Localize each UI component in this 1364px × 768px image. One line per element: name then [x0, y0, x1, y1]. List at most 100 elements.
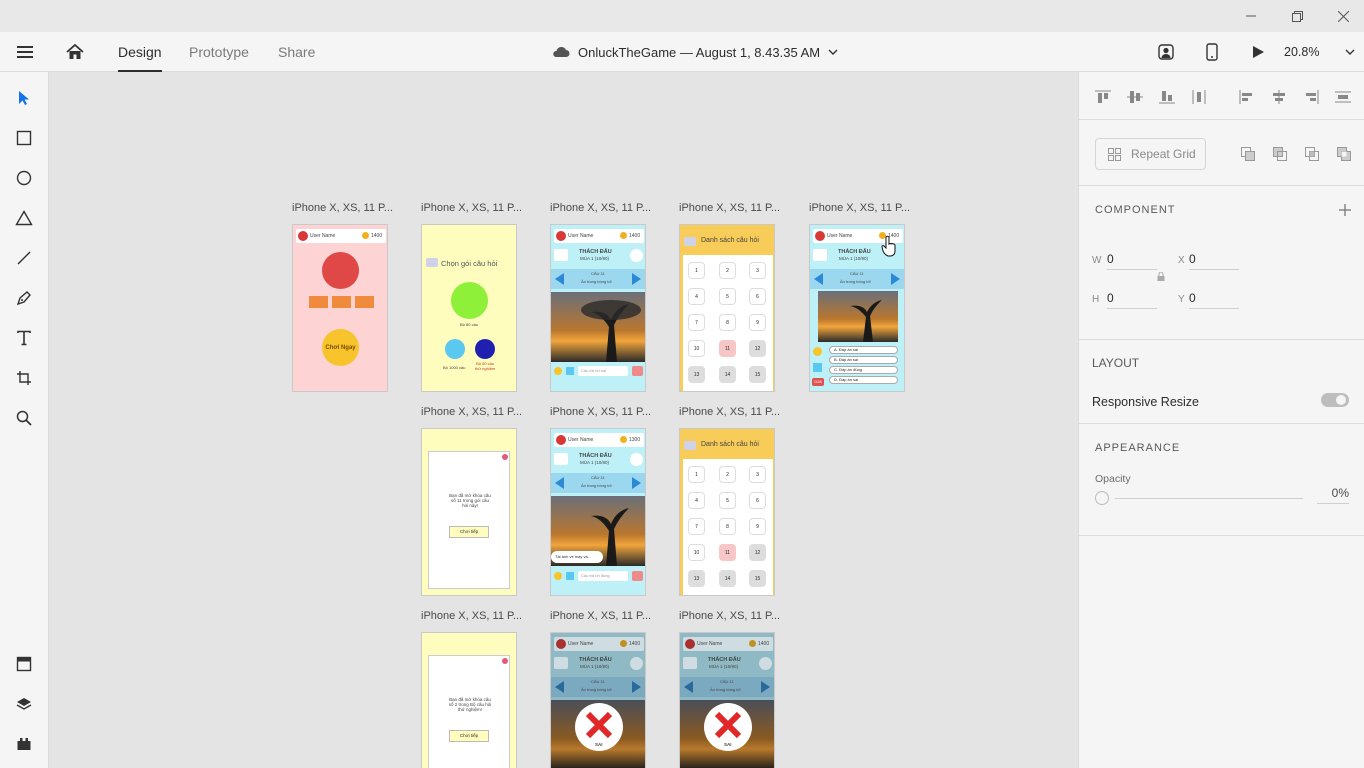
hint-circle [630, 453, 643, 466]
rectangle-icon[interactable] [10, 124, 38, 152]
zoom-value: 20.8% [1284, 45, 1320, 59]
restore-icon[interactable] [1274, 0, 1320, 32]
question-cell-current: 11 [719, 340, 736, 357]
coin-icon [620, 232, 627, 239]
artboard-label[interactable]: iPhone X, XS, 11 P... [421, 406, 522, 418]
align-right-icon[interactable] [1303, 90, 1319, 104]
design-canvas[interactable]: iPhone X, XS, 11 P... iPhone X, XS, 11 P… [49, 72, 1078, 768]
add-component-icon[interactable] [1339, 204, 1351, 216]
plugins-icon[interactable] [10, 730, 38, 758]
avatar [298, 231, 308, 241]
ellipse-icon[interactable] [10, 164, 38, 192]
align-top-icon[interactable] [1095, 90, 1111, 104]
artboard-label[interactable]: iPhone X, XS, 11 P... [421, 610, 522, 622]
coin-count: 1400 [758, 641, 770, 647]
artboard-label[interactable]: iPhone X, XS, 11 P... [550, 202, 651, 214]
artboard-unlock-message-2[interactable]: Bạn đã mở khóa câu số 2 trong Bộ câu hỏi… [421, 632, 517, 768]
question-cell-locked: 14 [719, 570, 736, 587]
back-arrow-icon [554, 453, 568, 465]
boolean-exclude-icon[interactable] [1337, 147, 1351, 161]
pen-icon[interactable] [10, 284, 38, 312]
artboard-label[interactable]: iPhone X, XS, 11 P... [679, 406, 780, 418]
x-field[interactable]: 0 [1189, 252, 1239, 270]
opacity-field[interactable]: 0% [1317, 486, 1349, 504]
polygon-icon[interactable] [10, 204, 38, 232]
artboard-label[interactable]: iPhone X, XS, 11 P... [550, 406, 651, 418]
hint-circle [630, 657, 643, 670]
play-preview-icon[interactable] [1246, 40, 1270, 64]
opacity-slider-track[interactable] [1115, 498, 1303, 499]
line-icon[interactable] [10, 244, 38, 272]
align-middle-icon[interactable] [1127, 90, 1143, 104]
question-cell: 2 [719, 262, 736, 279]
text-icon[interactable] [10, 324, 38, 352]
question-cell: 3 [749, 466, 766, 483]
tab-prototype[interactable]: Prototype [189, 32, 249, 72]
layout-section: LAYOUT Responsive Resize [1079, 340, 1364, 424]
align-bottom-icon[interactable] [1159, 90, 1175, 104]
hamburger-menu-icon[interactable] [12, 40, 38, 64]
assets-icon[interactable] [10, 650, 38, 678]
repeat-grid-section: Repeat Grid [1079, 120, 1364, 186]
tab-share[interactable]: Share [278, 32, 315, 72]
tab-label: Share [278, 44, 316, 60]
artboard-icon[interactable] [10, 364, 38, 392]
artboard-label[interactable]: iPhone X, XS, 11 P... [550, 610, 651, 622]
artboard-home[interactable]: User Name 1400 Chơi Ngay [292, 224, 388, 392]
layers-icon[interactable] [10, 690, 38, 718]
question-number: CÂU 11 [591, 475, 605, 480]
distribute-horizontal-icon[interactable] [1335, 90, 1351, 104]
artboard-question-list-2[interactable]: Danh sách câu hỏi 1 2 3 4 5 6 7 8 9 10 1… [679, 428, 775, 596]
boolean-add-icon[interactable] [1241, 147, 1255, 161]
repeat-grid-button[interactable]: Repeat Grid [1095, 138, 1206, 170]
artboard-question-list[interactable]: Danh sách câu hỏi 1 2 3 4 5 6 7 8 9 10 1… [679, 224, 775, 392]
minimize-icon[interactable] [1228, 0, 1274, 32]
distribute-vertical-icon[interactable] [1191, 90, 1207, 104]
artboard-label[interactable]: iPhone X, XS, 11 P... [292, 202, 393, 214]
question-cell: 8 [719, 518, 736, 535]
align-left-icon[interactable] [1239, 90, 1255, 104]
artboard-choose-pack[interactable]: Chọn gói câu hỏi Bộ 80 câu Bộ 1000 câu B… [421, 224, 517, 392]
question-cell: 9 [749, 518, 766, 535]
boolean-subtract-icon[interactable] [1273, 147, 1287, 161]
question-cell: 6 [749, 492, 766, 509]
artboard-label[interactable]: iPhone X, XS, 11 P... [679, 610, 780, 622]
device-preview-icon[interactable] [1200, 40, 1224, 64]
artboard-wrong-answer[interactable]: User Name 1400 THÁCH ĐẤU MÙA 1 (10/80) C… [550, 632, 646, 768]
question-cell: 5 [719, 288, 736, 305]
question-cell: 4 [688, 492, 705, 509]
opacity-slider-handle[interactable] [1095, 491, 1109, 505]
zoom-icon[interactable] [10, 404, 38, 432]
artboard-wrong-answer-2[interactable]: User Name 1400 THÁCH ĐẤU MÙA 1 (10/80) C… [679, 632, 775, 768]
boolean-intersect-icon[interactable] [1305, 147, 1319, 161]
question-number: CÂU 11 [850, 271, 864, 276]
artboard-challenge[interactable]: User Name 1400 THÁCH ĐẤU MÙA 1 (10/80) C… [550, 224, 646, 392]
hint-circle [759, 657, 772, 670]
lock-aspect-icon[interactable] [1157, 272, 1165, 282]
artboard-challenge-toast[interactable]: User Name 1300 THÁCH ĐẤU MÙA 1 (10/80) C… [550, 428, 646, 596]
width-field[interactable]: 0 [1107, 252, 1157, 270]
question-cell: 1 [688, 466, 705, 483]
close-icon[interactable] [1320, 0, 1364, 32]
align-center-icon[interactable] [1271, 90, 1287, 104]
responsive-resize-toggle[interactable] [1321, 393, 1349, 407]
header-title: THÁCH ĐẤU [579, 249, 612, 255]
tab-design[interactable]: Design [118, 32, 162, 72]
question-image [551, 292, 645, 362]
home-icon[interactable] [62, 40, 88, 64]
select-icon[interactable] [10, 84, 38, 112]
height-field[interactable]: 0 [1107, 291, 1157, 309]
y-field[interactable]: 0 [1189, 291, 1239, 309]
artboard-label[interactable]: iPhone X, XS, 11 P... [679, 202, 780, 214]
artboard-label[interactable]: iPhone X, XS, 11 P... [421, 202, 522, 214]
close-dot-icon [502, 454, 508, 460]
user-account-icon[interactable] [1154, 40, 1178, 64]
artboard-label[interactable]: iPhone X, XS, 11 P... [809, 202, 910, 214]
header-title: THÁCH ĐẤU [708, 657, 741, 663]
question-number: CÂU 11 [591, 679, 605, 684]
tile [309, 296, 328, 308]
artboard-unlock-message[interactable]: Bạn đã mở khóa câu số 11 trong gói câu h… [421, 428, 517, 596]
document-title-dropdown[interactable]: OnluckTheGame — August 1, 8.43.35 AM [552, 32, 838, 72]
answer-text: Câu trả lời đúng [581, 573, 610, 578]
zoom-dropdown[interactable]: 20.8% [1284, 32, 1355, 72]
